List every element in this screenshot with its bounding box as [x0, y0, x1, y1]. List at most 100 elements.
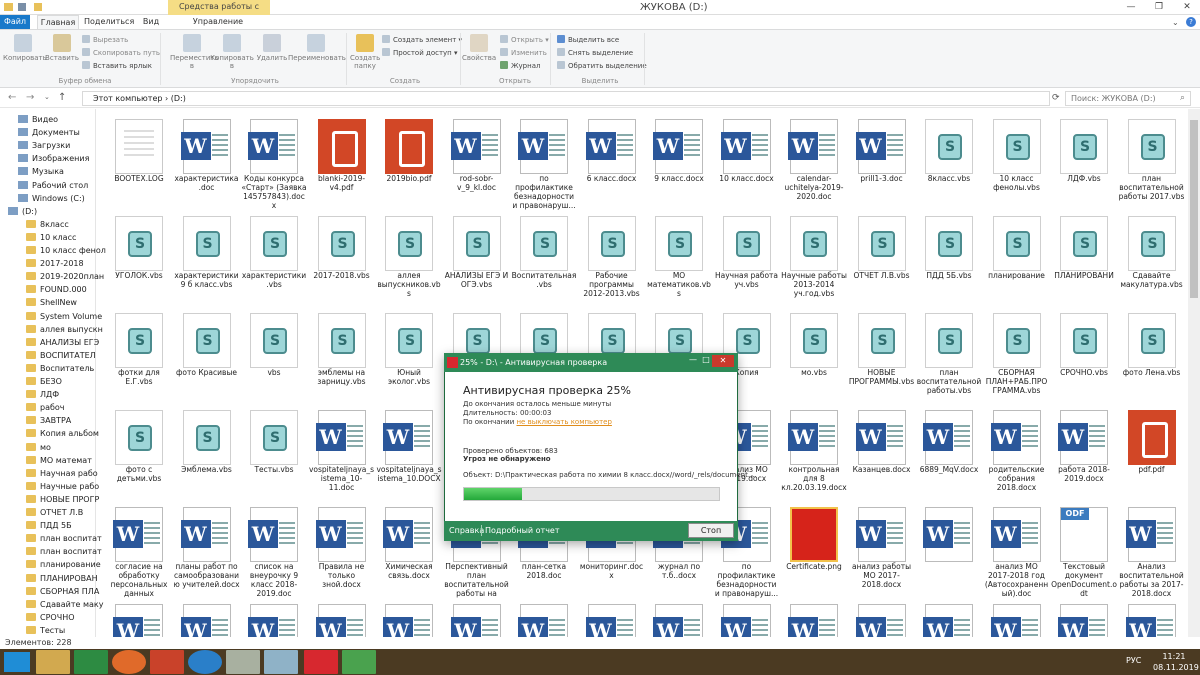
file-item[interactable]: Sэмблемы на зарницу.vbs	[309, 307, 375, 407]
taskbar-ie-icon[interactable]	[188, 650, 222, 674]
file-item[interactable]: S СРОЧНО.vbs	[1051, 307, 1117, 407]
nav-item[interactable]: 8класс	[26, 219, 69, 230]
copy-button[interactable]: Копировать	[3, 34, 47, 62]
file-item[interactable]: S ОТЧЕТ Л.В.vbs	[849, 210, 915, 310]
nav-item[interactable]: Научные рабо	[26, 481, 99, 492]
nav-item[interactable]: 2017-2018	[26, 258, 84, 269]
nav-item[interactable]: Копия альбом	[26, 428, 99, 439]
file-item[interactable]: W	[1119, 598, 1185, 637]
start-button[interactable]	[4, 652, 30, 672]
nav-item[interactable]: планирование	[26, 559, 101, 570]
open-button[interactable]: Открыть ▾	[500, 35, 549, 45]
file-item[interactable]: S ЛДФ.vbs	[1051, 113, 1117, 213]
search-icon[interactable]: ⌕	[1180, 93, 1185, 103]
detailed-report-link[interactable]: Подробный отчет	[485, 521, 560, 540]
file-item[interactable]: Sхарактеристики.vbs	[241, 210, 307, 310]
minimize-button[interactable]: —	[1118, 0, 1144, 15]
scrollbar-thumb[interactable]	[1190, 120, 1198, 298]
nav-item[interactable]: рабоч	[26, 402, 65, 413]
file-item[interactable]: 2019bio.pdf	[376, 113, 442, 213]
file-item[interactable]: S 2017-2018.vbs	[309, 210, 375, 310]
dialog-maximize-button[interactable]: □	[699, 355, 713, 366]
edit-button[interactable]: Изменить	[500, 48, 547, 58]
file-item[interactable]: Sплан воспитательной работы.vbs	[916, 307, 982, 407]
file-item[interactable]: S Воспитательная .vbs	[511, 210, 577, 310]
file-item[interactable]: Certificate.png	[781, 501, 847, 601]
nav-item[interactable]: аллея выпускн	[26, 324, 103, 335]
file-item[interactable]: W	[714, 598, 780, 637]
stop-button[interactable]: Стоп	[688, 523, 734, 538]
file-item[interactable]: Wcalendar-uchitelya-2019-2020.doc	[781, 113, 847, 213]
file-item[interactable]: W Химическая связь.docx	[376, 501, 442, 601]
file-item[interactable]: Svbs	[241, 307, 307, 407]
file-item[interactable]: S Научная работа уч.vbs	[714, 210, 780, 310]
close-button[interactable]: ✕	[1174, 0, 1200, 15]
file-item[interactable]: blanki-2019-v4.pdf	[309, 113, 375, 213]
file-item[interactable]: S Научные работы 2013-2014 уч.год.vbs	[781, 210, 847, 310]
file-item[interactable]: BOOTEX.LOG	[106, 113, 172, 213]
file-item[interactable]: S Юный эколог.vbs	[376, 307, 442, 407]
taskbar-app2-icon[interactable]	[264, 650, 298, 674]
nav-item[interactable]: ПДД 5Б	[26, 520, 72, 531]
invert-selection-button[interactable]: Обратить выделение	[557, 61, 647, 71]
help-link[interactable]: Справка	[449, 521, 484, 540]
taskbar-firefox-icon[interactable]	[112, 650, 146, 674]
nav-item[interactable]: Рабочий стол	[18, 180, 88, 191]
nav-item[interactable]: System Volume	[26, 311, 102, 322]
file-item[interactable]: S МО математиков.vbs	[646, 210, 712, 310]
nav-item[interactable]: 2019-2020план	[26, 271, 104, 282]
help-icon[interactable]: ?	[1186, 17, 1196, 27]
file-item[interactable]: Wпо профилактике безнадорности и правона…	[511, 113, 577, 213]
copy-path-button[interactable]: Скопировать путь	[82, 48, 160, 58]
chevron-down-icon[interactable]: ⌄	[1172, 18, 1179, 27]
tab-file[interactable]: Файл	[0, 15, 30, 29]
nav-item[interactable]: ОТЧЕТ Л.В	[26, 507, 83, 518]
properties-button[interactable]: Свойства	[462, 34, 496, 62]
nav-item[interactable]: FOUND.000	[26, 284, 87, 295]
copy-to-button[interactable]: Копировать в	[210, 34, 254, 70]
file-item[interactable]: Sаллея выпускников.vbs	[376, 210, 442, 310]
file-item[interactable]: W	[849, 598, 915, 637]
file-item[interactable]: W	[444, 598, 510, 637]
nav-item[interactable]: (D:)	[8, 206, 37, 217]
nav-item[interactable]: ЛДФ	[26, 389, 59, 400]
file-item[interactable]: W Коды конкурса «Старт» (Заявка 145757843…	[241, 113, 307, 213]
nav-item[interactable]: Научная рабо	[26, 468, 98, 479]
taskbar-explorer-icon[interactable]	[36, 650, 70, 674]
file-item[interactable]: S Эмблема.vbs	[174, 404, 240, 504]
nav-item[interactable]: Тесты	[26, 625, 65, 636]
language-indicator[interactable]: РУС	[1126, 656, 1141, 665]
file-item[interactable]: W Анализ воспитательной работы за 2017-20…	[1119, 501, 1185, 601]
file-item[interactable]: W	[511, 598, 577, 637]
taskbar-powerpoint-icon[interactable]	[150, 650, 184, 674]
file-item[interactable]: W	[106, 598, 172, 637]
search-input[interactable]: Поиск: ЖУКОВА (D:)	[1065, 91, 1191, 106]
file-item[interactable]: ODF Текстовый документ OpenDocument.odt	[1051, 501, 1117, 601]
tab-view[interactable]: Вид	[138, 15, 164, 29]
file-item[interactable]: Wrod-sobr-v_9_kl.doc	[444, 113, 510, 213]
new-folder-button[interactable]: Создать папку	[350, 34, 380, 70]
nav-item[interactable]: 10 класс фенол	[26, 245, 106, 256]
file-item[interactable]: Sмо.vbs	[781, 307, 847, 407]
new-item-button[interactable]: Создать элемент ▾	[382, 35, 462, 45]
forward-icon[interactable]: →	[26, 92, 34, 103]
file-item[interactable]: W	[376, 598, 442, 637]
select-none-button[interactable]: Снять выделение	[557, 48, 633, 58]
nav-item[interactable]: план воспитат	[26, 546, 102, 557]
up-icon[interactable]: ↑	[58, 92, 66, 103]
file-item[interactable]: S 8класс.vbs	[916, 113, 982, 213]
taskbar-app-icon[interactable]	[226, 650, 260, 674]
file-item[interactable]: W	[916, 598, 982, 637]
move-to-button[interactable]: Переместить в	[170, 34, 219, 70]
nav-item[interactable]: Документы	[18, 127, 80, 138]
file-item[interactable]: W	[174, 598, 240, 637]
new-folder-quick-icon[interactable]	[34, 3, 42, 11]
nav-item[interactable]: АНАЛИЗЫ ЕГЭ	[26, 337, 99, 348]
file-item[interactable]: W	[579, 598, 645, 637]
file-item[interactable]: S Рабочие программы 2012-2013.vbs	[579, 210, 645, 310]
refresh-icon[interactable]: ⟳	[1052, 93, 1060, 103]
file-item[interactable]: Sфотки для Е.Г.vbs	[106, 307, 172, 407]
file-item[interactable]: W	[646, 598, 712, 637]
nav-item[interactable]: Воспитатель	[26, 363, 94, 374]
tab-home[interactable]: Главная	[37, 15, 79, 29]
